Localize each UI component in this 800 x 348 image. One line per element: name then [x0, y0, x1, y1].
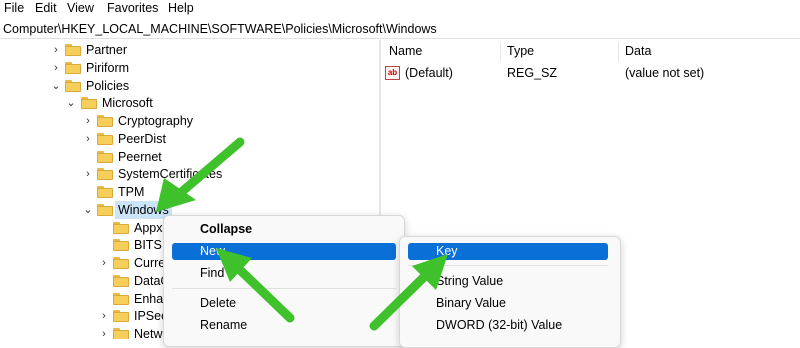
tree-item-policies[interactable]: ⌄ Policies [0, 77, 380, 95]
folder-icon [65, 44, 81, 56]
string-value-icon: ab [385, 66, 400, 80]
tree-item-microsoft[interactable]: ⌄ Microsoft [0, 94, 380, 112]
folder-icon [81, 97, 97, 109]
tree-item-label: Windows [115, 201, 172, 219]
menu-item-find[interactable]: Find [172, 265, 396, 282]
chevron-right-icon[interactable]: › [82, 130, 94, 148]
column-divider[interactable] [618, 42, 619, 62]
column-header-data[interactable]: Data [625, 44, 651, 58]
folder-icon [113, 239, 129, 251]
value-type: REG_SZ [507, 66, 558, 80]
menu-edit[interactable]: Edit [35, 1, 57, 15]
chevron-right-icon: › [200, 246, 204, 257]
folder-icon [97, 186, 113, 198]
tree-item-label: Cryptography [118, 114, 194, 128]
tree-item-label: Curre [134, 256, 166, 270]
column-header-name[interactable]: Name [389, 44, 422, 58]
folder-icon [113, 310, 129, 322]
folder-icon [97, 115, 113, 127]
tree-item-label: Netw [134, 327, 163, 339]
menu-item-string-value[interactable]: String Value [408, 273, 608, 290]
chevron-down-icon[interactable]: ⌄ [65, 94, 77, 112]
context-menu: Collapse New › Find Delete Rename [163, 215, 405, 347]
chevron-right-icon[interactable]: › [50, 41, 62, 59]
menu-item-rename[interactable]: Rename [172, 317, 396, 334]
tree-item-label: TPM [118, 185, 145, 199]
tree-item-label: PeerDist [118, 132, 166, 146]
tree-item-label: Piriform [86, 61, 130, 75]
chevron-right-icon[interactable]: › [98, 254, 110, 272]
menu-item-new[interactable]: New › [172, 243, 396, 260]
tree-item-label: Policies [86, 79, 130, 93]
tree-item-label: Partner [86, 43, 127, 57]
menu-item-label: Find [200, 266, 225, 280]
tree-item-label: SystemCertificates [118, 167, 223, 181]
address-bar[interactable]: Computer\HKEY_LOCAL_MACHINE\SOFTWARE\Pol… [0, 19, 800, 39]
tree-item-peerdist[interactable]: › PeerDist [0, 130, 380, 148]
menu-item-delete[interactable]: Delete [172, 295, 396, 312]
tree-item-tpm[interactable]: TPM [0, 183, 380, 201]
chevron-down-icon[interactable]: ⌄ [82, 201, 94, 219]
folder-icon [65, 62, 81, 74]
menu-bar: File Edit View Favorites Help [0, 0, 800, 18]
chevron-right-icon[interactable]: › [98, 307, 110, 325]
menu-view[interactable]: View [67, 1, 94, 15]
folder-icon [65, 80, 81, 92]
tree-item-piriform[interactable]: › Piriform [0, 59, 380, 77]
column-divider[interactable] [500, 42, 501, 62]
menu-item-label: DWORD (32-bit) Value [436, 318, 563, 332]
tree-item-label: Microsoft [102, 96, 153, 110]
menu-item-label: Binary Value [436, 296, 506, 310]
chevron-right-icon[interactable]: › [82, 112, 94, 130]
menu-item-label: Delete [200, 296, 237, 310]
tree-item-label: BITS [134, 238, 162, 252]
new-submenu: Key String Value Binary Value DWORD (32-… [399, 236, 621, 348]
value-data: (value not set) [625, 66, 705, 80]
menu-file[interactable]: File [4, 1, 24, 15]
tree-item-systemcertificates[interactable]: › SystemCertificates [0, 165, 380, 183]
menu-item-label: Key [436, 244, 458, 258]
menu-item-dword-value[interactable]: DWORD (32-bit) Value [408, 317, 608, 334]
folder-icon [97, 133, 113, 145]
folder-icon [113, 257, 129, 269]
folder-icon [97, 168, 113, 180]
menu-item-label: Rename [200, 318, 248, 332]
menu-item-key[interactable]: Key [408, 243, 608, 260]
chevron-right-icon[interactable]: › [50, 59, 62, 77]
value-name: (Default) [405, 66, 453, 80]
folder-icon [113, 328, 129, 339]
menu-favorites[interactable]: Favorites [107, 1, 158, 15]
menu-separator [408, 265, 608, 266]
folder-icon [113, 275, 129, 287]
folder-icon [113, 293, 129, 305]
menu-separator [172, 288, 396, 289]
tree-item-peernet[interactable]: Peernet [0, 148, 380, 166]
chevron-down-icon[interactable]: ⌄ [50, 77, 62, 95]
menu-item-label: String Value [436, 274, 504, 288]
menu-item-label: Collapse [200, 222, 253, 236]
tree-item-cryptography[interactable]: › Cryptography [0, 112, 380, 130]
folder-icon [113, 222, 129, 234]
folder-icon [97, 204, 113, 216]
folder-icon [97, 151, 113, 163]
tree-item-label: Appx [134, 221, 163, 235]
menu-help[interactable]: Help [168, 1, 194, 15]
chevron-right-icon[interactable]: › [82, 165, 94, 183]
column-header-type[interactable]: Type [507, 44, 534, 58]
menu-item-binary-value[interactable]: Binary Value [408, 295, 608, 312]
chevron-right-icon[interactable]: › [98, 325, 110, 339]
tree-item-label: Peernet [118, 150, 162, 164]
menu-item-collapse[interactable]: Collapse [172, 221, 396, 238]
tree-item-partner[interactable]: › Partner [0, 41, 380, 59]
